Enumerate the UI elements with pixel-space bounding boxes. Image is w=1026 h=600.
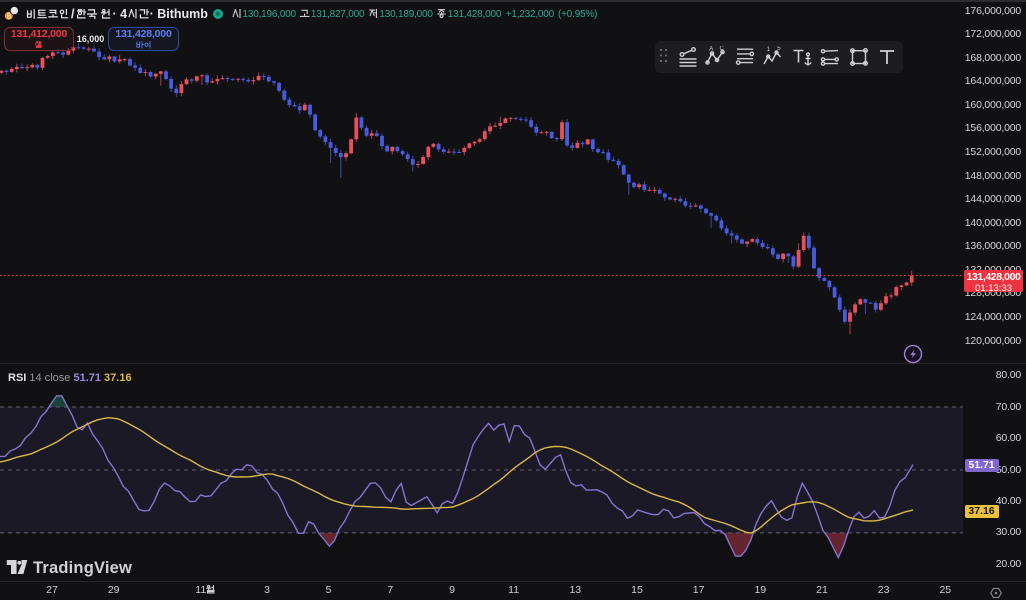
svg-text:1: 1 (767, 47, 771, 53)
svg-text:C: C (720, 46, 725, 52)
svg-text:A: A (709, 47, 713, 53)
svg-text:5: 5 (777, 46, 781, 52)
